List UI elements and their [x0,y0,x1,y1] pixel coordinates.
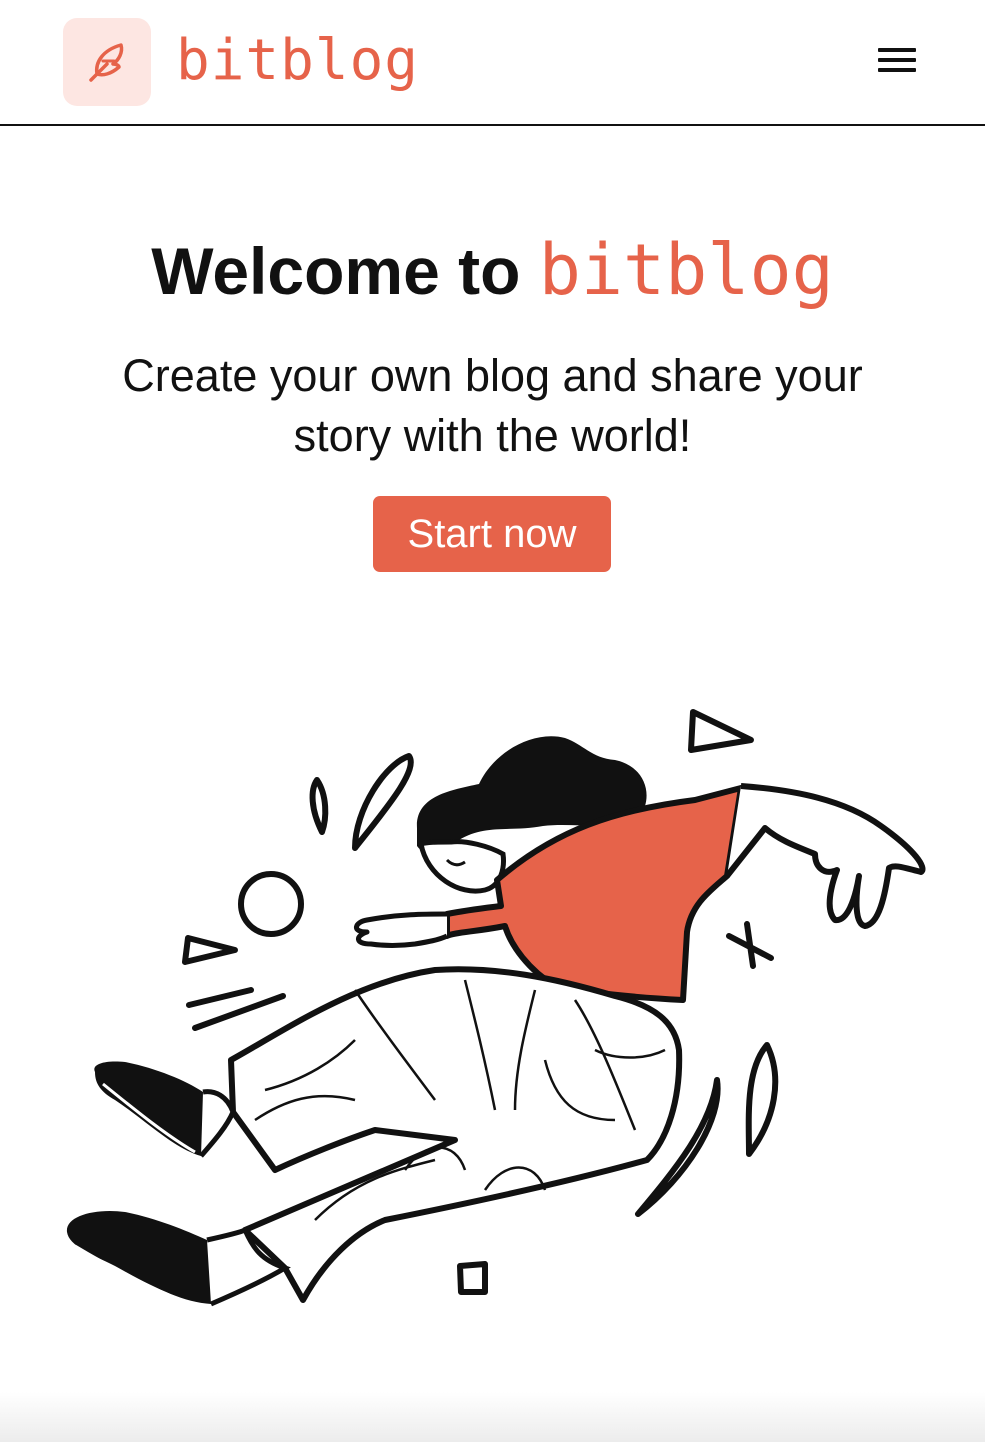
hamburger-menu-icon[interactable] [872,40,922,80]
circle-shape [238,871,304,937]
logo[interactable] [63,18,151,106]
motion-line [186,987,286,1031]
hero-subtitle: Create your own blog and share your stor… [122,350,863,461]
start-now-button[interactable]: Start now [373,496,611,572]
hand-left [354,911,449,948]
shoe-upper [94,1061,205,1156]
bottom-fade [0,1392,985,1442]
hero-title: Welcome to bitblog [0,228,985,313]
feather-icon [89,43,124,82]
cross-shape [726,921,774,969]
person-jumping-illustration [66,709,926,1307]
site-header: bitblog [0,0,985,126]
triangle-shape [688,709,754,753]
triangle-shape [182,935,238,965]
arm-right [724,783,926,929]
drop-shape [352,753,414,851]
shoe-lower [66,1210,216,1304]
face [418,839,506,894]
square-shape [457,1261,488,1295]
hero-title-brand: bitblog [538,229,834,311]
brand-name[interactable]: bitblog [176,26,419,96]
pants [228,966,683,1303]
hero-title-prefix: Welcome to [151,234,521,308]
drop-shape [745,1042,779,1157]
drop-shape [309,777,329,835]
